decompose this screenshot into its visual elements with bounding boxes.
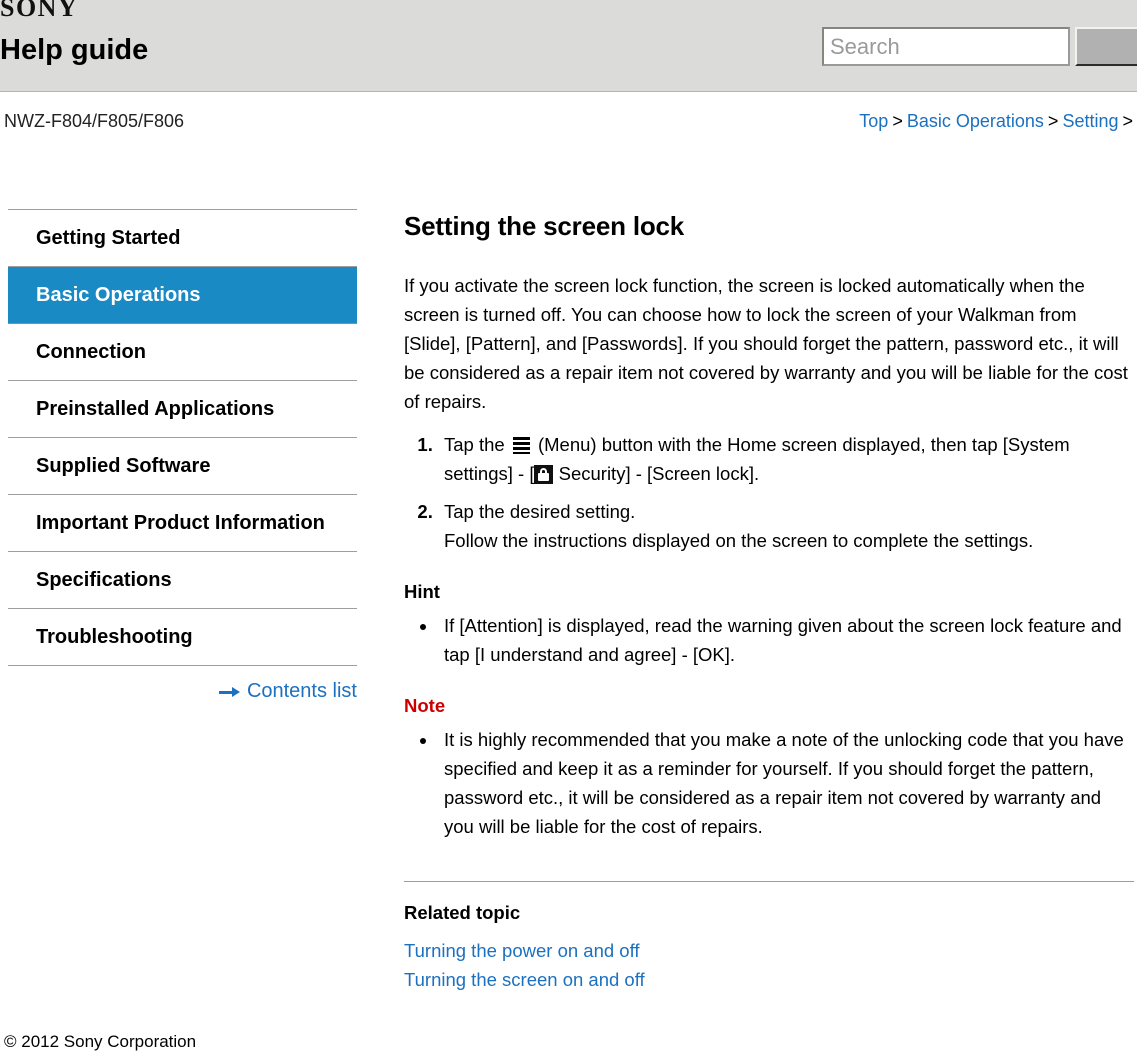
hint-bullet: If [Attention] is displayed, read the wa…: [438, 611, 1134, 669]
search-button[interactable]: [1075, 27, 1137, 66]
breadcrumb-separator: >: [1047, 111, 1059, 131]
step-1: Tap the (Menu) button with the Home scre…: [438, 430, 1134, 488]
arrow-right-icon: [218, 686, 241, 698]
page-title: Help guide: [0, 34, 149, 66]
footer-copyright: © 2012 Sony Corporation: [4, 1032, 197, 1051]
breadcrumb: Top > Basic Operations > Setting >: [859, 110, 1137, 132]
article-title: Setting the screen lock: [404, 211, 685, 241]
lock-icon: [534, 465, 554, 484]
breadcrumb-separator: >: [892, 111, 903, 131]
sidebar-item-important-product-information[interactable]: Important Product Information: [8, 495, 357, 552]
article-intro: If you activate the screen lock function…: [404, 275, 1128, 412]
sidebar-item-specifications[interactable]: Specifications: [8, 552, 357, 609]
note-heading: Note: [404, 695, 446, 716]
sidebar: Getting Started Basic Operations Connect…: [8, 209, 357, 703]
related-topic-heading: Related topic: [404, 902, 521, 923]
step-2-line-1: Tap the desired setting.: [444, 501, 636, 522]
sidebar-item-preinstalled-applications[interactable]: Preinstalled Applications: [8, 381, 357, 438]
sidebar-item-supplied-software[interactable]: Supplied Software: [8, 438, 357, 495]
step-1-text-c: Security] - [Screen lock].: [553, 463, 760, 484]
related-topic-links: Turning the power on and off Turning the…: [404, 936, 1134, 994]
sidebar-item-getting-started[interactable]: Getting Started: [8, 210, 357, 267]
search-area: [822, 27, 1137, 66]
breadcrumb-item-basic-operations[interactable]: Basic Operations: [907, 111, 1044, 131]
note-bullet: It is highly recommended that you make a…: [438, 725, 1134, 841]
related-link-turning-screen[interactable]: Turning the screen on and off: [404, 965, 1134, 994]
sidebar-item-troubleshooting[interactable]: Troubleshooting: [8, 609, 357, 666]
breadcrumb-item-top[interactable]: Top: [859, 111, 888, 131]
steps-list: Tap the (Menu) button with the Home scre…: [404, 430, 1134, 555]
search-input[interactable]: [822, 27, 1070, 66]
sony-logo: SONY: [0, 0, 79, 22]
model-number: NWZ-F804/F805/F806: [4, 111, 185, 131]
step-1-text-a: Tap the: [444, 434, 510, 455]
contents-list-label: Contents list: [246, 680, 357, 702]
menu-icon: [512, 437, 530, 454]
sidebar-item-connection[interactable]: Connection: [8, 324, 357, 381]
step-2: Tap the desired setting. Follow the instr…: [438, 497, 1134, 555]
breadcrumb-item-setting[interactable]: Setting: [1062, 111, 1118, 131]
related-divider: [404, 881, 1134, 882]
breadcrumb-separator: >: [1122, 111, 1133, 131]
step-2-line-2: Follow the instructions displayed on the…: [444, 530, 1034, 551]
hint-list: If [Attention] is displayed, read the wa…: [404, 611, 1134, 669]
breadcrumb-bar: NWZ-F804/F805/F806 Top > Basic Operations >…: [0, 92, 1137, 147]
contents-list-link[interactable]: Contents list: [8, 680, 357, 703]
site-header: SONY Help guide: [0, 0, 1137, 92]
related-link-turning-power[interactable]: Turning the power on and off: [404, 936, 1134, 965]
note-list: It is highly recommended that you make a…: [404, 725, 1134, 841]
article-content: Setting the screen lock If you activate …: [404, 209, 1134, 994]
hint-heading: Hint: [404, 581, 440, 602]
sidebar-item-basic-operations[interactable]: Basic Operations: [8, 267, 357, 324]
